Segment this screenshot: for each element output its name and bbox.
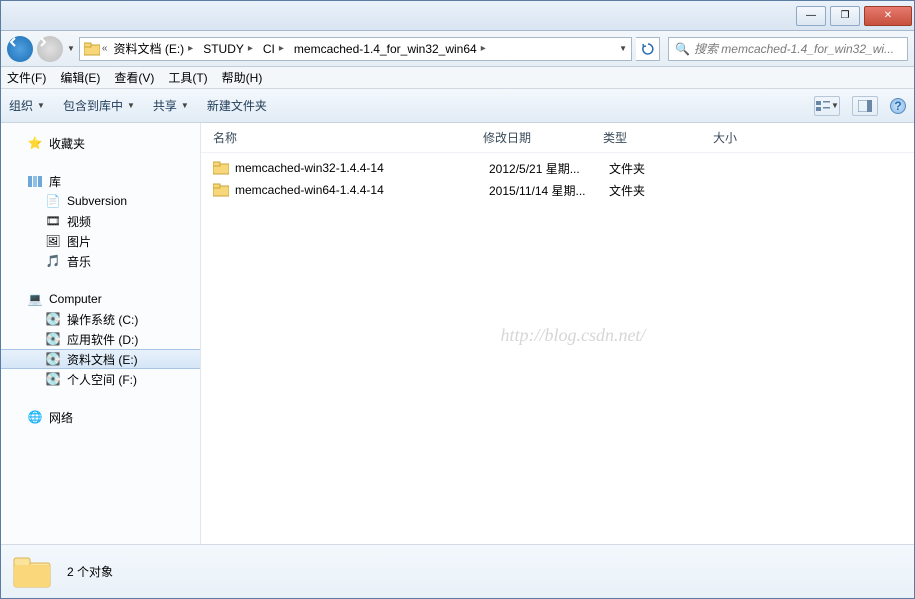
nav-bar: ▼ « 资料文档 (E:)▸ STUDY▸ CI▸ memcached-1.4_… (1, 31, 914, 67)
close-button[interactable]: ✕ (864, 6, 912, 26)
back-button[interactable] (7, 36, 33, 62)
table-row[interactable]: memcached-win64-1.4.4-14 2015/11/14 星期..… (201, 179, 914, 201)
body: ⭐ 收藏夹 库 📄Subversion 🎞视频 🖼图片 🎵音乐 💻 (1, 123, 914, 544)
cell-date: 2015/11/14 星期... (489, 182, 609, 199)
chevron-right-icon: ▸ (248, 43, 253, 54)
column-date[interactable]: 修改日期 (483, 129, 603, 146)
cell-name: memcached-win64-1.4.4-14 (235, 183, 489, 197)
column-name[interactable]: 名称 (213, 129, 483, 146)
sidebar-item-videos[interactable]: 🎞视频 (1, 211, 200, 231)
refresh-button[interactable] (636, 37, 660, 61)
sidebar-drive-d[interactable]: 💽应用软件 (D:) (1, 329, 200, 349)
drive-icon: 💽 (45, 371, 61, 387)
status-count: 2 个对象 (67, 563, 113, 580)
column-size[interactable]: 大小 (713, 129, 793, 146)
search-input[interactable]: 🔍 搜索 memcached-1.4_for_win32_wi... (668, 37, 908, 61)
chevron-right-icon: ▸ (188, 43, 193, 54)
chevron-right-icon: ▸ (481, 43, 486, 54)
history-dropdown-icon[interactable]: ▼ (67, 44, 75, 53)
breadcrumb-segment[interactable]: 资料文档 (E:)▸ (109, 38, 197, 60)
network-icon: 🌐 (27, 409, 43, 425)
new-folder-button[interactable]: 新建文件夹 (207, 97, 267, 114)
share-button[interactable]: 共享 ▼ (153, 97, 189, 114)
music-icon: 🎵 (45, 253, 61, 269)
search-placeholder: 搜索 memcached-1.4_for_win32_wi... (694, 40, 894, 57)
preview-pane-button[interactable] (852, 96, 878, 116)
chevron-left-icon[interactable]: « (102, 43, 108, 54)
navigation-pane: ⭐ 收藏夹 库 📄Subversion 🎞视频 🖼图片 🎵音乐 💻 (1, 123, 201, 544)
folder-icon (11, 551, 53, 593)
file-list-pane: 名称 修改日期 类型 大小 memcached-win32-1.4.4-14 2… (201, 123, 914, 544)
chevron-right-icon: ▸ (279, 43, 284, 54)
view-options-button[interactable]: ▼ (814, 96, 840, 116)
menu-file[interactable]: 文件(F) (7, 69, 46, 86)
help-icon[interactable]: ? (890, 98, 906, 114)
explorer-window: — ❐ ✕ ▼ « 资料文档 (E:)▸ STUDY▸ CI▸ memcache… (0, 0, 915, 599)
menu-edit[interactable]: 编辑(E) (60, 69, 100, 86)
search-icon: 🔍 (675, 42, 690, 56)
sidebar-drive-e[interactable]: 💽资料文档 (E:) (1, 349, 200, 369)
column-headers: 名称 修改日期 类型 大小 (201, 123, 914, 153)
libraries-icon (27, 173, 43, 189)
drive-icon: 💽 (45, 351, 61, 367)
star-icon: ⭐ (27, 135, 43, 151)
watermark-text: http://blog.csdn.net/ (500, 325, 645, 346)
table-row[interactable]: memcached-win32-1.4.4-14 2012/5/21 星期...… (201, 157, 914, 179)
organize-button[interactable]: 组织 ▼ (9, 97, 45, 114)
document-icon: 📄 (45, 193, 61, 209)
folder-icon (213, 182, 229, 198)
sidebar-item-music[interactable]: 🎵音乐 (1, 251, 200, 271)
forward-button[interactable] (37, 36, 63, 62)
folder-icon (213, 160, 229, 176)
path-dropdown-icon[interactable]: ▼ (619, 44, 627, 53)
sidebar-item-pictures[interactable]: 🖼图片 (1, 231, 200, 251)
video-icon: 🎞 (45, 213, 61, 229)
include-in-library-button[interactable]: 包含到库中 ▼ (63, 97, 135, 114)
sidebar-favorites[interactable]: ⭐ 收藏夹 (1, 133, 200, 153)
address-bar[interactable]: « 资料文档 (E:)▸ STUDY▸ CI▸ memcached-1.4_fo… (79, 37, 632, 61)
cell-date: 2012/5/21 星期... (489, 160, 609, 177)
menu-bar: 文件(F) 编辑(E) 查看(V) 工具(T) 帮助(H) (1, 67, 914, 89)
title-bar: — ❐ ✕ (1, 1, 914, 31)
drive-icon: 💽 (45, 331, 61, 347)
menu-tools[interactable]: 工具(T) (168, 69, 207, 86)
status-bar: 2 个对象 (1, 544, 914, 598)
sidebar-libraries[interactable]: 库 (1, 171, 200, 191)
breadcrumb-segment[interactable]: memcached-1.4_for_win32_win64▸ (290, 38, 490, 60)
sidebar-drive-c[interactable]: 💽操作系统 (C:) (1, 309, 200, 329)
sidebar-computer[interactable]: 💻 Computer (1, 289, 200, 309)
picture-icon: 🖼 (45, 233, 61, 249)
file-rows: memcached-win32-1.4.4-14 2012/5/21 星期...… (201, 153, 914, 205)
computer-icon: 💻 (27, 291, 43, 307)
maximize-button[interactable]: ❐ (830, 6, 860, 26)
sidebar-network[interactable]: 🌐 网络 (1, 407, 200, 427)
command-bar: 组织 ▼ 包含到库中 ▼ 共享 ▼ 新建文件夹 ▼ ? (1, 89, 914, 123)
cell-name: memcached-win32-1.4.4-14 (235, 161, 489, 175)
folder-icon (84, 41, 100, 57)
sidebar-item-subversion[interactable]: 📄Subversion (1, 191, 200, 211)
cell-type: 文件夹 (609, 182, 719, 199)
sidebar-drive-f[interactable]: 💽个人空间 (F:) (1, 369, 200, 389)
minimize-button[interactable]: — (796, 6, 826, 26)
breadcrumb-segment[interactable]: CI▸ (259, 38, 288, 60)
column-type[interactable]: 类型 (603, 129, 713, 146)
menu-help[interactable]: 帮助(H) (222, 69, 263, 86)
drive-icon: 💽 (45, 311, 61, 327)
breadcrumb-segment[interactable]: STUDY▸ (199, 38, 257, 60)
menu-view[interactable]: 查看(V) (114, 69, 154, 86)
cell-type: 文件夹 (609, 160, 719, 177)
